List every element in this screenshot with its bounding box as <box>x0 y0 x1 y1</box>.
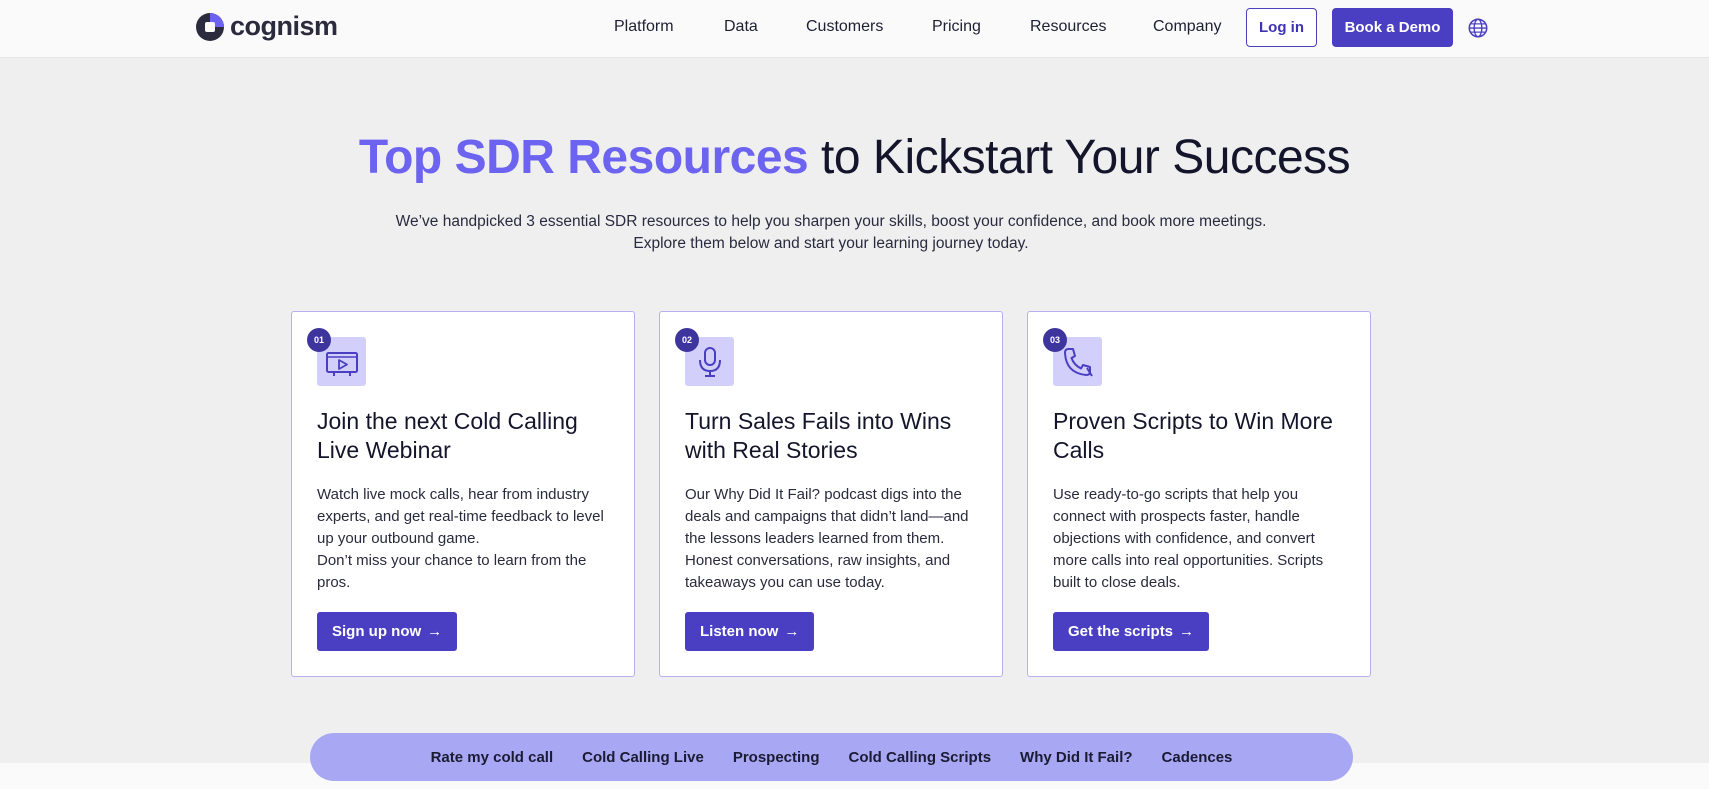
subnav-item-rate-my-cold-call[interactable]: Rate my cold call <box>431 749 554 766</box>
card-title: Join the next Cold Calling Live Webinar <box>317 408 578 463</box>
card-number-badge: 02 <box>675 328 699 352</box>
logo-mark-icon <box>196 12 224 41</box>
nav-item-resources[interactable]: Resources <box>1030 18 1106 36</box>
nav-item-pricing[interactable]: Pricing <box>932 18 981 36</box>
arrow-right-icon: → <box>427 623 443 640</box>
resource-card-podcast: 02 Turn Sales Fails into Wins with Real … <box>659 311 1003 677</box>
button-label: Get the scripts <box>1068 623 1174 640</box>
card-title: Turn Sales Fails into Wins with Real Sto… <box>685 408 952 463</box>
resource-card-webinar: 01 Join the next Cold Calling Live Webin… <box>291 311 635 677</box>
page-subtitle-line-1: We’ve handpicked 3 essential SDR resourc… <box>395 213 1267 230</box>
arrow-right-icon: → <box>784 623 800 640</box>
top-navigation-bar: cognism Platform Data Customers Pricing … <box>0 0 1709 58</box>
get-scripts-button[interactable]: Get the scripts → <box>1053 612 1210 651</box>
page-title: Top SDR Resources to Kickstart Your Succ… <box>0 130 1709 185</box>
button-label: Sign up now <box>332 623 422 640</box>
button-label: Listen now <box>700 623 779 640</box>
nav-item-data[interactable]: Data <box>724 18 758 36</box>
card-description: Watch live mock calls, hear from industr… <box>317 486 604 591</box>
cognism-logo[interactable]: cognism <box>196 11 338 42</box>
globe-icon[interactable] <box>1467 17 1489 39</box>
book-demo-button[interactable]: Book a Demo <box>1332 8 1453 47</box>
sign-up-button[interactable]: Sign up now → <box>317 612 458 651</box>
subnav-item-cold-calling-live[interactable]: Cold Calling Live <box>582 749 704 766</box>
listen-now-button[interactable]: Listen now → <box>685 612 815 651</box>
subnav-item-cadences[interactable]: Cadences <box>1162 749 1233 766</box>
resource-subnav: Rate my cold call Cold Calling Live Pros… <box>310 733 1353 781</box>
page-subtitle-line-2: Explore them below and start your learni… <box>633 235 1029 252</box>
subnav-item-why-did-it-fail[interactable]: Why Did It Fail? <box>1020 749 1133 766</box>
nav-item-platform[interactable]: Platform <box>614 18 674 36</box>
resource-card-scripts: 03 Proven Scripts to Win More Calls Use … <box>1027 311 1371 677</box>
subnav-item-cold-calling-scripts[interactable]: Cold Calling Scripts <box>849 749 992 766</box>
logo-text: cognism <box>230 11 338 41</box>
card-title: Proven Scripts to Win More Calls <box>1053 408 1333 463</box>
page-title-rest: to Kickstart Your Success <box>808 131 1351 184</box>
page-title-accent: Top SDR Resources <box>358 131 809 184</box>
page-subtitle: We’ve handpicked 3 essential SDR resourc… <box>0 211 1662 255</box>
nav-item-company[interactable]: Company <box>1153 18 1221 36</box>
card-description: Our Why Did It Fail? podcast digs into t… <box>685 486 969 591</box>
subnav-item-prospecting[interactable]: Prospecting <box>733 749 820 766</box>
card-description: Use ready-to-go scripts that help you co… <box>1053 486 1324 591</box>
nav-item-customers[interactable]: Customers <box>806 18 883 36</box>
card-number-badge: 03 <box>1043 328 1067 352</box>
login-button[interactable]: Log in <box>1246 8 1317 47</box>
arrow-right-icon: → <box>1179 623 1195 640</box>
card-number-badge: 01 <box>307 328 331 352</box>
